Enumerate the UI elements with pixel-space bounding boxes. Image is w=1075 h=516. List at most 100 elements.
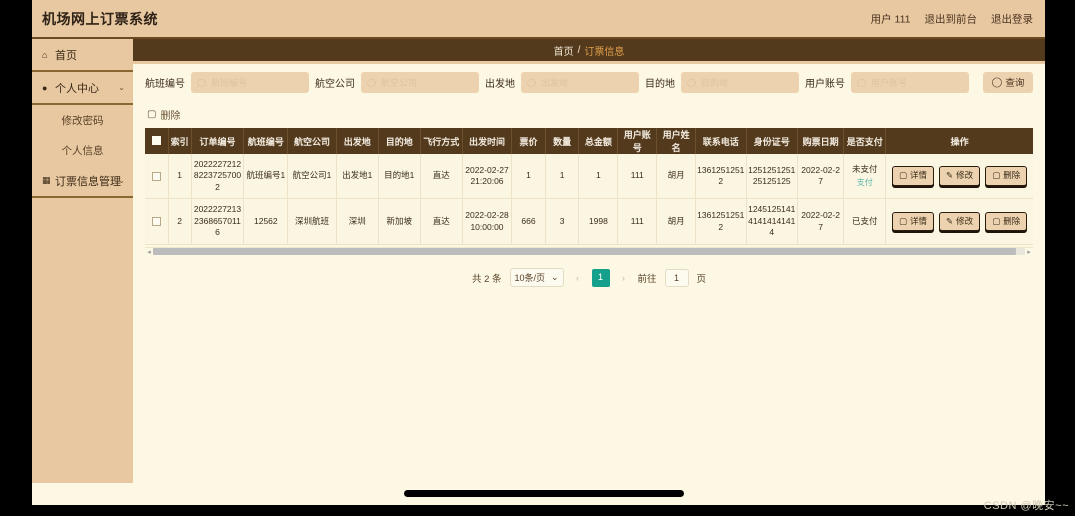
batch-delete-button[interactable]: ▢ 删除 (147, 107, 180, 122)
table-toolbar: ▢ 删除 (133, 100, 1045, 128)
breadcrumb-home[interactable]: 首页 (554, 43, 574, 58)
row-actions: ▢ 详情 ✎ 修改 ▢ 删除 (887, 166, 1032, 186)
sidebar-item-change-password[interactable]: 修改密码 (32, 105, 133, 135)
edit-button[interactable]: ✎ 修改 (939, 166, 981, 186)
cell-quantity: 3 (545, 198, 580, 245)
edit-label: 修改 (956, 170, 974, 181)
search-input-destination[interactable]: ◯ 目的地 (681, 71, 799, 93)
edit-button[interactable]: ✎ 修改 (939, 211, 981, 232)
search-button[interactable]: ◯ 查询 (983, 71, 1033, 93)
search-input-airline[interactable]: ◯ 航空公司 (361, 71, 479, 93)
scroll-left-icon[interactable]: ◂ (145, 248, 153, 256)
select-all-header[interactable] (145, 128, 169, 154)
detail-button[interactable]: ▢ 详情 (892, 211, 935, 232)
cell-airline: 深圳航班 (287, 198, 337, 245)
cell-account: 111 (617, 198, 658, 245)
search-label-origin: 出发地 (485, 78, 515, 90)
goto-page-input[interactable]: 1 (664, 268, 689, 287)
table-row: 1 202222721282237257002 航班编号1 航空公司1 出发地1… (145, 154, 1033, 200)
cell-phone: 13612512512 (695, 154, 747, 200)
cell-depart-time: 2022-02-28 10:00:00 (462, 198, 513, 245)
main-content: 首页 / 订票信息 航班编号 ◯ 航班编号 航空公司 ◯ 航空公司 出发地 ◯ (133, 39, 1045, 505)
cell-order-no: 202222721282237257002 (191, 154, 245, 200)
col-buy-date: 购票日期 (797, 128, 845, 154)
cell-airline: 航空公司1 (287, 154, 337, 200)
scroll-right-icon[interactable]: ▸ (1025, 248, 1033, 256)
cell-depart-time: 2022-02-27 21:20:06 (462, 154, 513, 200)
page-unit-label: 页 (696, 273, 707, 285)
cell-account: 111 (617, 154, 658, 200)
search-input-account[interactable]: ◯ 用户账号 (851, 71, 969, 93)
edit-label: 修改 (956, 215, 974, 226)
document-icon: ▢ (899, 215, 908, 226)
search-bar: 航班编号 ◯ 航班编号 航空公司 ◯ 航空公司 出发地 ◯ 出发地 目的地 ◯ (133, 64, 1045, 100)
cell-index: 1 (168, 154, 192, 200)
col-phone: 联系电话 (695, 128, 747, 154)
page-horizontal-scrollbar[interactable] (32, 483, 1045, 505)
delete-button[interactable]: ▢ 删除 (985, 211, 1028, 232)
pay-link[interactable]: 支付 (845, 178, 884, 189)
table-header-row: 索引 订单编号 航班编号 航空公司 出发地 目的地 飞行方式 出发时间 票价 数… (145, 128, 1033, 154)
cell-id-card: 124512514141414141414 (746, 198, 798, 245)
cell-buy-date: 2022-02-27 (797, 198, 845, 245)
chevron-down-icon: ⌄ (118, 176, 125, 185)
prev-page-button[interactable]: ‹ (572, 273, 584, 283)
search-input-origin[interactable]: ◯ 出发地 (521, 71, 639, 93)
chevron-down-icon: ⌄ (550, 272, 559, 283)
cell-name: 胡月 (656, 154, 697, 200)
search-input-flight-no[interactable]: ◯ 航班编号 (191, 71, 309, 93)
sidebar-item-label: 个人中心 (55, 82, 99, 95)
delete-button[interactable]: ▢ 删除 (985, 166, 1028, 186)
cell-name: 胡月 (656, 198, 697, 245)
row-checkbox[interactable] (151, 217, 161, 227)
search-placeholder: 航班编号 (210, 77, 247, 88)
search-placeholder: 用户账号 (870, 77, 907, 88)
pencil-icon: ✎ (946, 215, 954, 226)
document-icon: ▢ (899, 170, 908, 181)
cell-id-card: 125125125125125125 (746, 154, 798, 200)
row-select-cell[interactable] (145, 154, 169, 200)
table-horizontal-scrollbar[interactable]: ◂ ▸ (145, 246, 1033, 256)
cell-total: 1998 (578, 198, 619, 245)
scrollbar-thumb[interactable] (153, 248, 1017, 256)
page-size-select[interactable]: 10条/页 ⌄ (509, 268, 564, 288)
scrollbar-track[interactable] (153, 248, 1025, 256)
top-header: 机场网上订票系统 用户 111 退出到前台 退出登录 (32, 0, 1045, 39)
row-checkbox[interactable] (151, 171, 161, 181)
detail-button[interactable]: ▢ 详情 (892, 166, 935, 186)
app-body: ⌂ 首页 ● 个人中心 ⌄ 修改密码 个人信息 ▦ 订票信息管理 ⌄ 首页 / … (32, 39, 1045, 505)
chevron-down-icon: ⌄ (118, 83, 125, 92)
cell-order-no: 202222721323686570116 (191, 198, 245, 245)
cell-flight-type: 直达 (420, 198, 463, 245)
payment-status: 未支付 (851, 164, 878, 175)
col-paid: 是否支付 (843, 128, 887, 154)
next-page-button[interactable]: › (618, 273, 630, 283)
breadcrumb: 首页 / 订票信息 (133, 39, 1045, 64)
search-label-airline: 航空公司 (315, 78, 355, 90)
page-scrollbar-thumb[interactable] (404, 490, 684, 497)
select-all-checkbox[interactable] (151, 135, 161, 145)
sidebar-item-home[interactable]: ⌂ 首页 (32, 39, 133, 72)
sidebar-item-booking-management[interactable]: ▦ 订票信息管理 ⌄ (32, 165, 133, 198)
goto-page-value: 1 (674, 272, 680, 283)
row-select-cell[interactable] (145, 198, 169, 245)
sidebar-item-personal-center[interactable]: ● 个人中心 ⌄ (32, 72, 133, 105)
sidebar-item-personal-info[interactable]: 个人信息 (32, 135, 133, 165)
logout-link[interactable]: 退出登录 (991, 11, 1033, 26)
goto-label: 前往 (637, 273, 657, 285)
cell-flight-no: 航班编号1 (243, 154, 289, 200)
header-actions: 用户 111 退出到前台 退出登录 (871, 11, 1033, 26)
col-origin: 出发地 (336, 128, 379, 154)
col-flight-type: 飞行方式 (420, 128, 463, 154)
search-label-flight-no: 航班编号 (145, 78, 185, 90)
orders-table: 索引 订单编号 航班编号 航空公司 出发地 目的地 飞行方式 出发时间 票价 数… (145, 128, 1033, 245)
exit-to-frontend-link[interactable]: 退出到前台 (925, 11, 978, 26)
cell-operations: ▢ 详情 ✎ 修改 ▢ 删除 (885, 154, 1033, 200)
col-name: 用户姓名 (656, 128, 697, 154)
sidebar-item-label: 修改密码 (61, 114, 104, 127)
search-button-label: 查询 (1005, 78, 1025, 89)
pencil-icon: ✎ (946, 170, 954, 181)
row-actions: ▢ 详情 ✎ 修改 ▢ 删除 (887, 211, 1032, 232)
page-number-1[interactable]: 1 (591, 268, 610, 287)
cell-total: 1 (578, 154, 619, 200)
